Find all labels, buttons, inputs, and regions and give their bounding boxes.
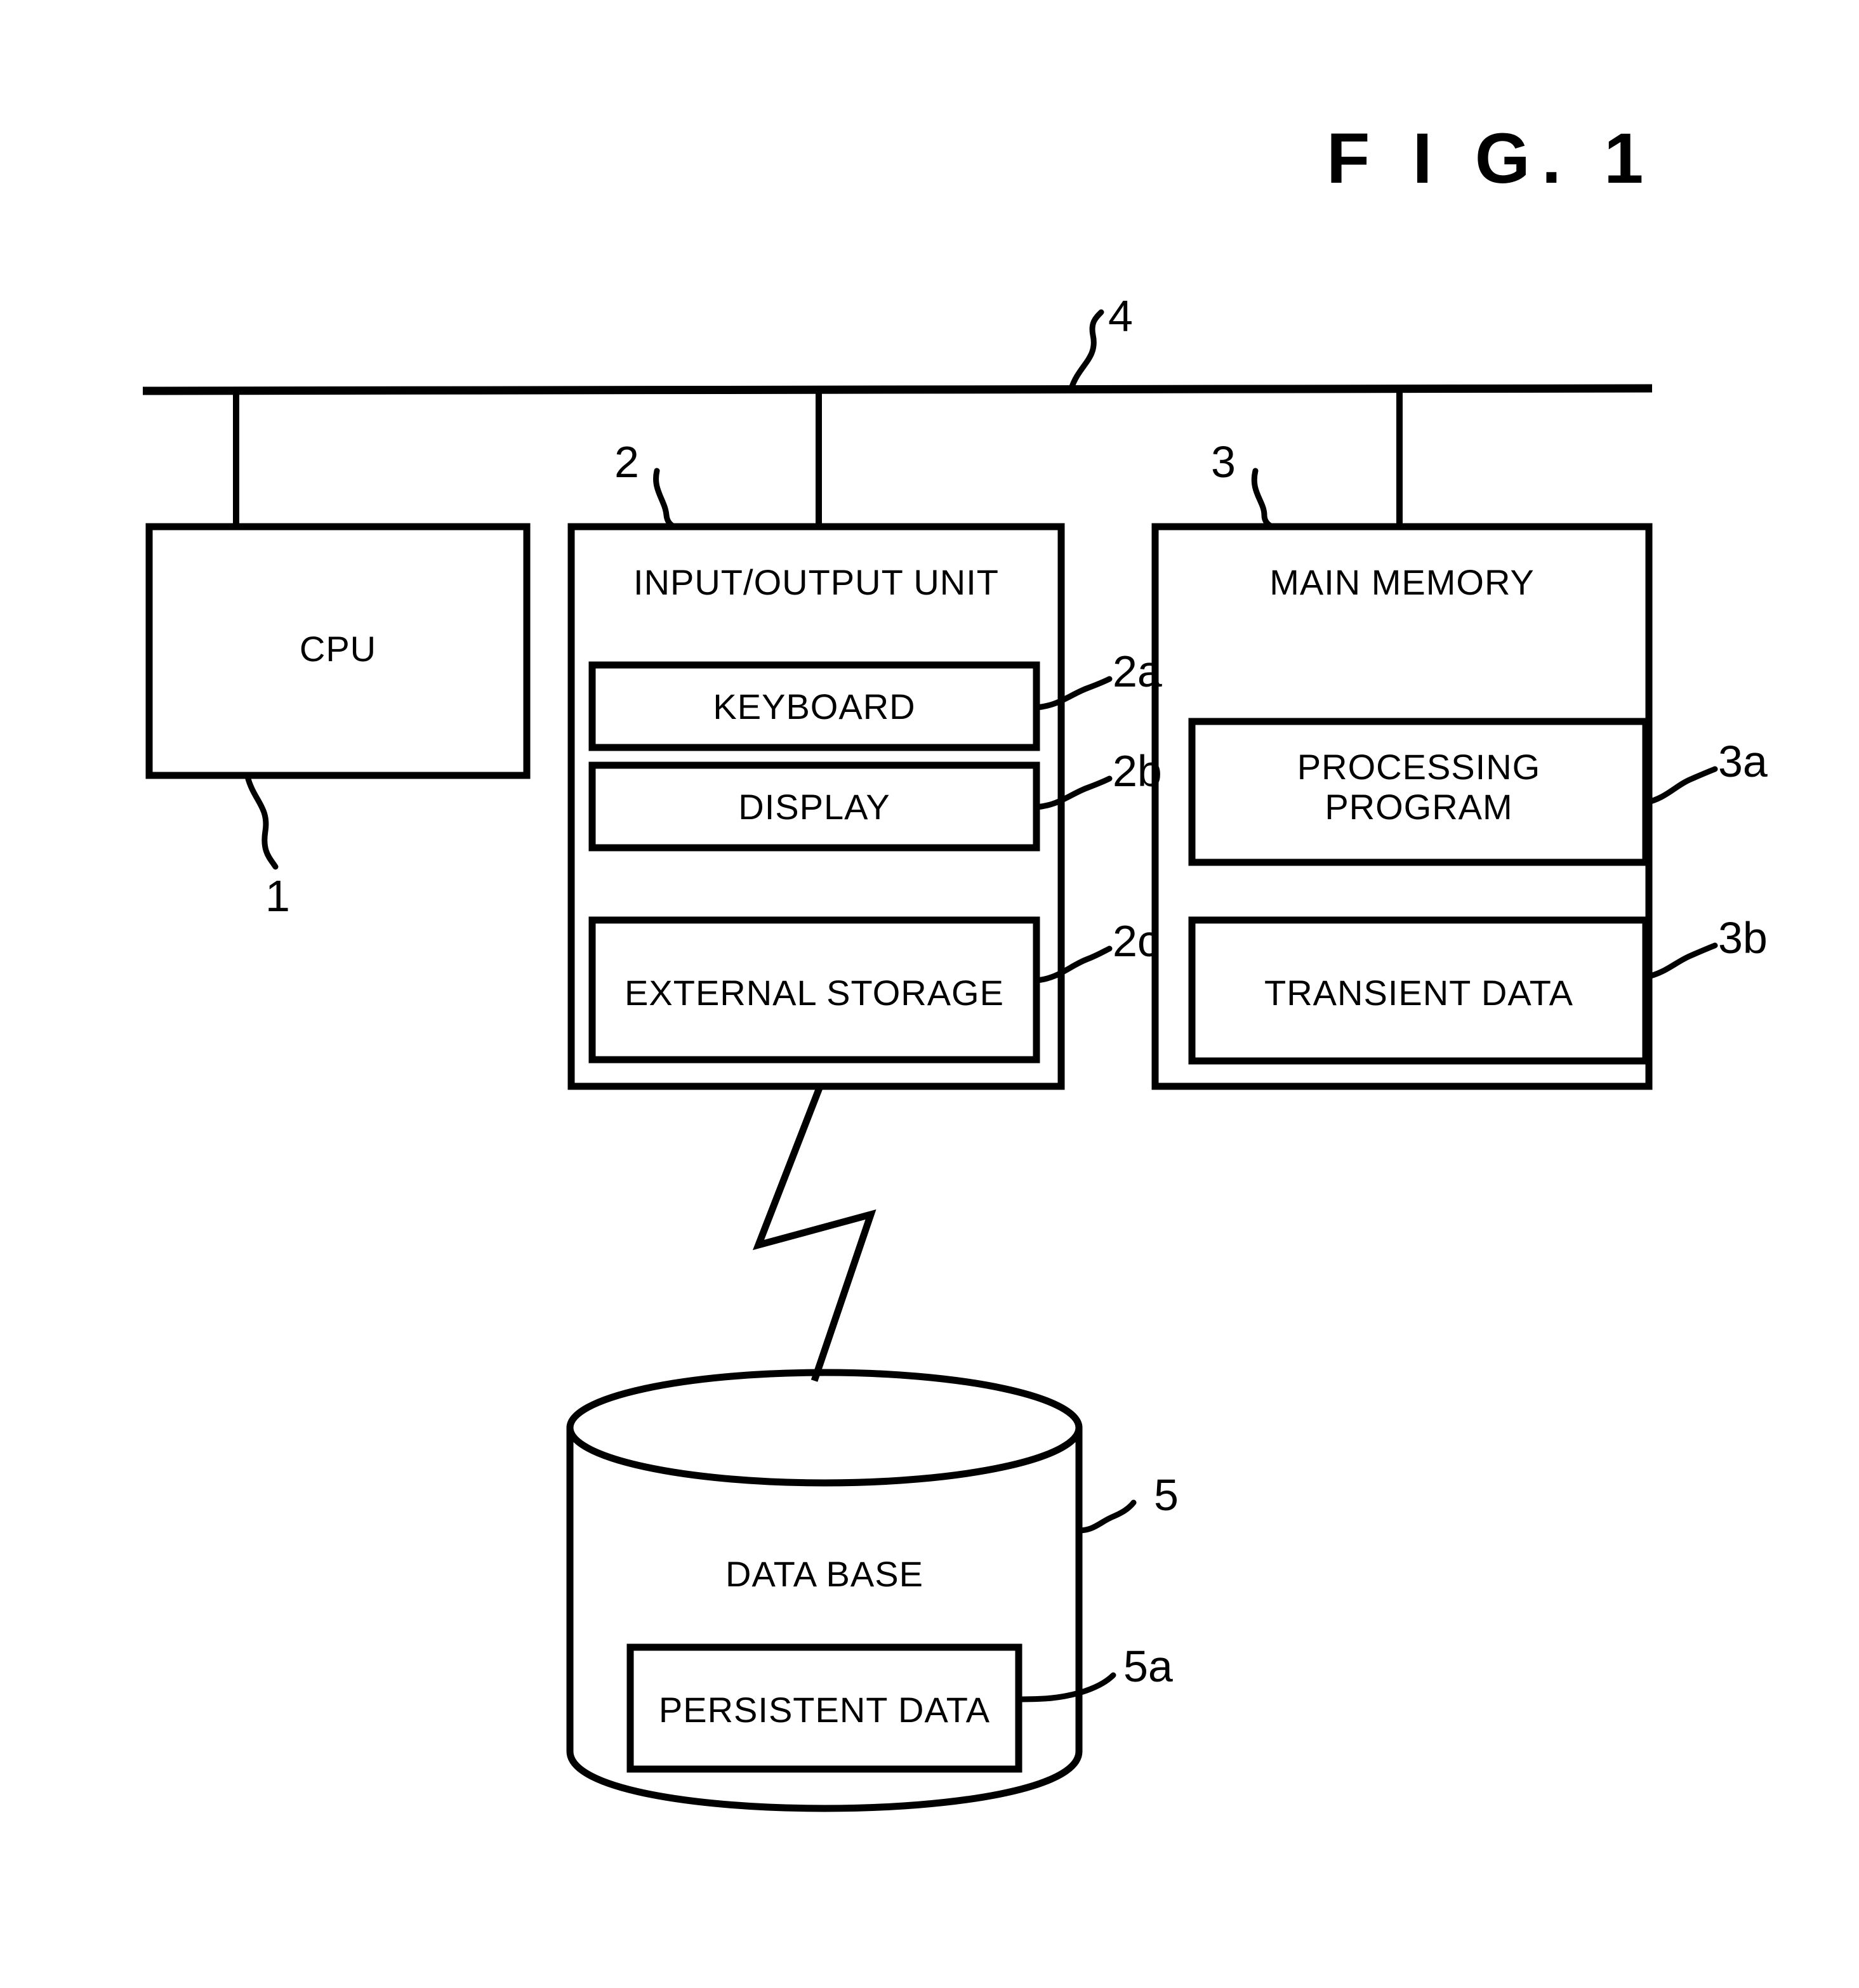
database-cylinder-bottom-arc	[566, 1751, 1083, 1812]
keyboard-leader-line	[1033, 676, 1113, 711]
processing-program-leader-line	[1643, 766, 1718, 806]
data-base-ref-number: 5	[1154, 1470, 1179, 1520]
persistent-data-ref-number: 5a	[1123, 1642, 1173, 1691]
figure-title: F I G. 1	[1326, 119, 1655, 198]
processing-program-label-line1: PROCESSING	[1297, 747, 1541, 787]
patent-figure: F I G. 1 CPU 1 4 INPUT/OUTPUT UNIT 2 KEY…	[0, 0, 1859, 1988]
bus-ref-number: 4	[1108, 291, 1133, 341]
io-unit-ref-number: 2	[614, 437, 639, 487]
lightning-connector-line	[752, 1085, 877, 1382]
cpu-leader-line	[244, 773, 279, 870]
database-leader-line	[1076, 1499, 1137, 1534]
persistent-data-label: PERSISTENT DATA	[658, 1690, 991, 1730]
bus-leader-line	[1068, 309, 1104, 392]
display-label: DISPLAY	[738, 787, 890, 827]
persistent-data-leader-line	[1016, 1672, 1116, 1702]
display-leader-line	[1033, 775, 1113, 810]
processing-program-label-line2: PROGRAM	[1325, 786, 1513, 827]
external-storage-label: EXTERNAL STORAGE	[625, 973, 1004, 1013]
display-ref-number: 2b	[1113, 746, 1162, 796]
processing-program-ref-number: 3a	[1718, 737, 1768, 786]
cpu-ref-number: 1	[265, 871, 290, 921]
io-unit-leader-line	[653, 468, 677, 530]
transient-data-leader-line	[1643, 942, 1718, 980]
system-bus-line	[142, 384, 1653, 395]
external-storage-ref-number: 2c	[1113, 916, 1160, 966]
keyboard-label: KEYBOARD	[713, 687, 916, 727]
main-memory-leader-line	[1251, 468, 1275, 530]
io-unit-label: INPUT/OUTPUT UNIT	[633, 562, 999, 602]
keyboard-ref-number: 2a	[1113, 647, 1162, 696]
database-cylinder-top-ellipse	[566, 1369, 1083, 1487]
transient-data-label: TRANSIENT DATA	[1264, 973, 1573, 1013]
main-memory-ref-number: 3	[1211, 437, 1236, 487]
processing-program-label: PROCESSING PROGRAM	[1192, 747, 1646, 827]
data-base-label: DATA BASE	[725, 1554, 923, 1594]
cpu-label: CPU	[299, 629, 377, 669]
transient-data-ref-number: 3b	[1718, 913, 1768, 963]
external-storage-leader-line	[1033, 945, 1113, 984]
main-memory-label: MAIN MEMORY	[1269, 562, 1535, 602]
